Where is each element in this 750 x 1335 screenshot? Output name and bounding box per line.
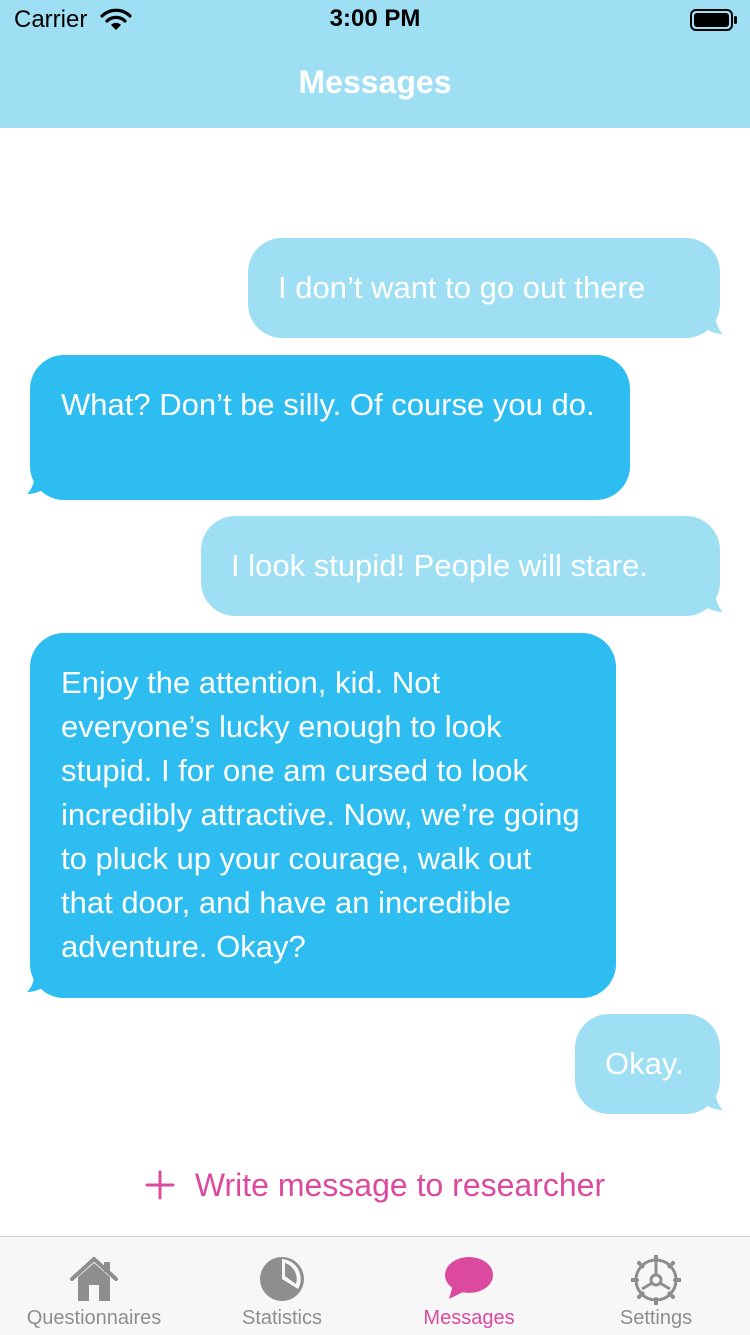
message-bubble-received: Enjoy the attention, kid. Not everyone’s… (30, 633, 616, 998)
message-text: What? Don’t be silly. Of course you do. (61, 387, 595, 422)
message-text: I don’t want to go out there (278, 270, 646, 305)
bubble-tail (27, 968, 50, 992)
gear-icon (631, 1255, 681, 1305)
bubble-tail (700, 310, 723, 334)
tab-label: Statistics (241, 1307, 323, 1329)
tab-messages[interactable]: Messages (375, 1237, 563, 1335)
status-bar: Carrier 3:00 PM (0, 0, 750, 40)
message-text: Okay. (605, 1046, 684, 1081)
message-bubble-sent: I look stupid! People will stare. (201, 516, 720, 616)
tab-questionnaires[interactable]: Questionnaires (0, 1237, 188, 1335)
tab-settings[interactable]: Settings (562, 1237, 750, 1335)
bubble-tail (700, 1086, 723, 1110)
house-icon (70, 1257, 118, 1301)
header: Carrier 3:00 PM Messages (0, 0, 750, 128)
pie-chart-icon (260, 1257, 304, 1301)
tab-bar: Questionnaires Statistics Messages Setti… (0, 1236, 750, 1335)
message-text: I look stupid! People will stare. (231, 548, 648, 583)
battery-icon (690, 8, 738, 37)
status-time: 3:00 PM (329, 5, 421, 32)
tab-label: Settings (619, 1307, 693, 1329)
page-title: Messages (298, 64, 452, 100)
bubble-tail (700, 588, 723, 612)
write-message-button[interactable]: Write message to researcher (0, 1158, 750, 1212)
message-bubble-received: What? Don’t be silly. Of course you do. (30, 355, 630, 500)
message-text: Enjoy the attention, kid. Not everyone’s… (61, 665, 580, 964)
message-bubble-sent: Okay. (575, 1014, 720, 1114)
bubble-tail (27, 470, 50, 494)
tab-statistics[interactable]: Statistics (188, 1237, 376, 1335)
tab-label: Messages (423, 1307, 515, 1329)
write-message-label: Write message to researcher (194, 1166, 606, 1203)
plus-icon (145, 1170, 175, 1200)
message-bubble-sent: I don’t want to go out there (248, 238, 720, 338)
speech-bubble-icon (445, 1257, 493, 1299)
tab-label: Questionnaires (26, 1307, 162, 1329)
